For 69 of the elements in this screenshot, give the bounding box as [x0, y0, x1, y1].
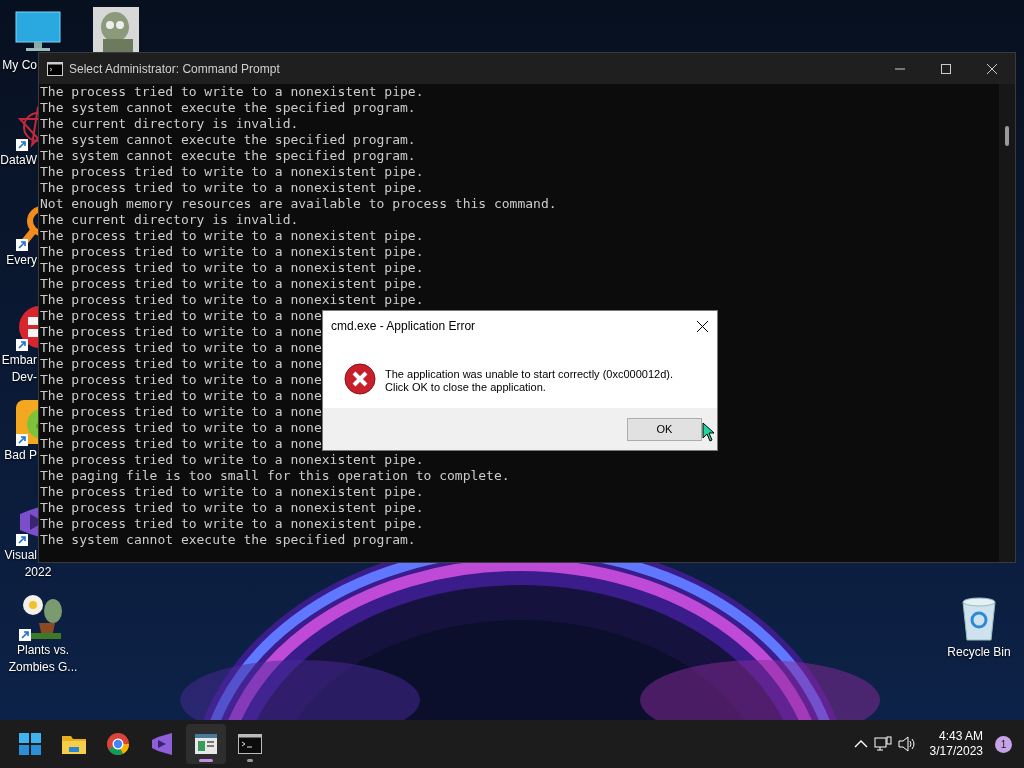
console-line: The process tried to write to a none [40, 420, 322, 436]
icon-label: Every [5, 253, 37, 268]
monitor-icon [14, 10, 62, 54]
icon-label: Bad P [3, 448, 37, 463]
console-line: The process tried to write to a nonexistent pipe. [40, 228, 424, 244]
console-line: The system cannot execute the specified program. [40, 100, 416, 116]
speaker-icon[interactable] [897, 736, 916, 752]
console-line: The process tried to write to a nonexistent pipe. [40, 260, 424, 276]
terminal-icon [238, 734, 262, 754]
icon-label: Dev- [10, 370, 37, 385]
taskbar-app[interactable] [186, 724, 226, 764]
console-line: The process tried to write to a nonexistent pipe. [40, 84, 424, 100]
console-line: The process tried to write to a nonexistent pipe. [40, 164, 424, 180]
ok-button[interactable]: OK [627, 417, 702, 441]
console-line: The process tried to write to a none [40, 356, 322, 372]
icon-label: 2022 [24, 565, 52, 580]
zombie-icon [93, 7, 139, 53]
console-line: The process tried to write to a none [40, 436, 322, 452]
console-line: The process tried to write to a nonexistent pipe. [40, 244, 424, 260]
console-line: The process tried to write to a none [40, 324, 322, 340]
icon-label: My Co [1, 58, 37, 73]
folder-icon [61, 733, 87, 755]
browser-icon [106, 732, 130, 756]
icon-label: Embar [0, 353, 37, 368]
app-window-icon [194, 733, 218, 755]
terminal-icon [47, 61, 63, 76]
running-indicator [247, 759, 253, 762]
maximize-icon [941, 63, 951, 74]
icon-label: Recycle Bin [947, 645, 1011, 660]
console-line: The process tried to write to a nonexistent pipe. [40, 292, 424, 308]
dialog-title: cmd.exe - Application Error [331, 319, 476, 333]
console-line: The system cannot execute the specified program. [40, 148, 416, 164]
start-icon [18, 732, 42, 756]
chevron-up-icon[interactable] [853, 740, 868, 748]
close-icon [987, 63, 997, 74]
console-line: The process tried to write to a none [40, 340, 322, 356]
console-line: The paging file is too small for this operation to complete. [40, 468, 510, 484]
console-line: The process tried to write to a none [40, 308, 322, 324]
error-message: The application was unable to start correctly (0xc000012d). Click OK to close the application. [385, 367, 673, 394]
studio-icon [150, 732, 174, 756]
console-line: The current directory is invalid. [40, 212, 299, 228]
console-line: The system cannot execute the specified program. [40, 132, 416, 148]
console-line: The process tried to write to a nonexistent pipe. [40, 180, 424, 196]
console-line: The process tried to write to a nonexistent pipe. [40, 484, 424, 500]
console-line: Not enough memory resources are available to process this command. [40, 196, 557, 212]
console-line: The process tried to write to a nonexistent pipe. [40, 516, 424, 532]
clock[interactable]: 4:43 AM 3/17/2023 [929, 729, 983, 759]
star-icon [16, 105, 38, 149]
network-icon[interactable] [873, 736, 892, 752]
scrollbar-thumb[interactable] [1005, 126, 1009, 146]
notification-badge[interactable]: 1 [995, 735, 1012, 753]
console-line: The process tried to write to a nonexistent pipe. [40, 500, 424, 516]
scrollbar[interactable] [999, 84, 1015, 562]
console-line: The process tried to write to a nonexistent pipe. [40, 452, 424, 468]
console-line: The process tried to write to a none [40, 372, 322, 388]
running-indicator [199, 759, 213, 762]
cursor-icon [702, 422, 716, 442]
console-line: The system cannot execute the specified program. [40, 532, 416, 548]
icon-label: DataW [0, 153, 37, 168]
icon-label: Plants vs. [17, 643, 69, 658]
console-line: The current directory is invalid. [40, 116, 299, 132]
icon-label: Visual [3, 548, 37, 563]
console-line: The process tried to write to a none [40, 388, 322, 404]
window-title: Select Administrator: Command Prompt [69, 61, 280, 76]
icon-label: Zombies G... [8, 660, 78, 675]
recycle-bin-icon [959, 596, 999, 642]
error-icon [344, 363, 376, 395]
console-line: The process tried to write to a nonexistent pipe. [40, 276, 424, 292]
console-line: The process tried to write to a none [40, 404, 322, 420]
